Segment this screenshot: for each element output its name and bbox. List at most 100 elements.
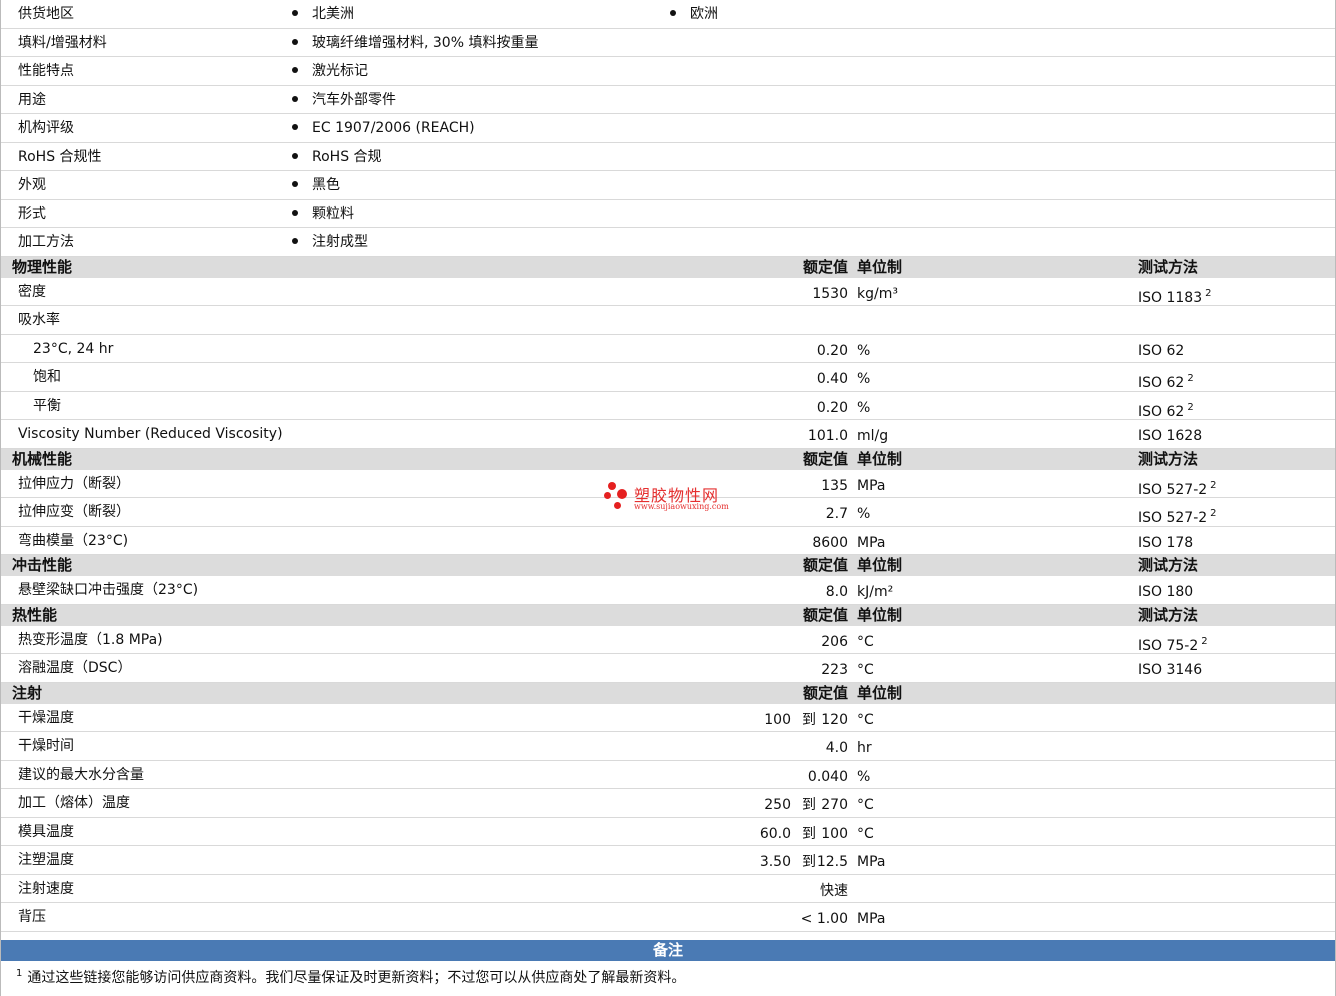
- section-title: 热性能: [12, 605, 58, 624]
- info-value-text: 颗粒料: [312, 205, 354, 222]
- info-value: RoHS 合规: [292, 147, 382, 167]
- info-row: 用途 汽车外部零件: [0, 86, 1336, 114]
- footnote-ref[interactable]: 2: [1210, 508, 1216, 519]
- info-label: 填料/增强材料: [18, 34, 107, 51]
- property-label: 干燥时间: [18, 738, 74, 754]
- section-header: 机械性能 额定值 单位制 测试方法: [0, 448, 1336, 470]
- footnote-ref[interactable]: 2: [1201, 636, 1207, 647]
- section-header: 冲击性能 额定值 单位制 测试方法: [0, 555, 1336, 576]
- range-low: 100: [764, 711, 791, 728]
- section-header: 物理性能 额定值 单位制 测试方法: [0, 256, 1336, 278]
- property-label: 吸水率: [18, 312, 60, 328]
- test-method-text: ISO 62: [1138, 342, 1185, 359]
- property-unit: °C: [857, 711, 874, 728]
- section-title: 冲击性能: [12, 556, 73, 574]
- info-value-text: 激光标记: [312, 63, 368, 79]
- info-label: 加工方法: [18, 234, 74, 250]
- property-row: 背压 < 1.00 MPa: [0, 903, 1336, 932]
- property-unit: °C: [857, 633, 874, 650]
- test-method: ISO 1183 2: [1138, 284, 1212, 308]
- info-label: 外观: [18, 177, 46, 193]
- info-value: 黑色: [292, 175, 340, 195]
- test-method: ISO 62: [1138, 341, 1184, 361]
- watermark-url: www.sujiaowuxing.com: [634, 502, 729, 511]
- property-row: 干燥温度 120 到 100 °C: [0, 704, 1336, 732]
- column-header-unit: 单位制: [857, 257, 903, 276]
- bullet-icon: [292, 181, 298, 187]
- property-value: 0.20: [816, 399, 848, 416]
- footnote-ref[interactable]: 2: [1187, 373, 1193, 384]
- range-high: 270: [821, 797, 848, 813]
- property-row: 吸水率: [0, 306, 1336, 335]
- property-unit: kg/m³: [857, 285, 898, 302]
- notes-header: 备注: [0, 940, 1336, 961]
- info-row: 外观 黑色: [0, 171, 1336, 200]
- info-value-text: 玻璃纤维增强材料, 30% 填料按重量: [312, 34, 539, 51]
- column-header-method: 测试方法: [1138, 257, 1199, 276]
- info-label: 用途: [18, 91, 46, 108]
- property-unit: ml/g: [857, 428, 889, 444]
- property-value: 206: [821, 633, 848, 650]
- section-title: 机械性能: [12, 449, 73, 468]
- property-value: 8.0: [825, 584, 848, 600]
- property-unit: °C: [857, 662, 874, 678]
- info-row: 填料/增强材料 玻璃纤维增强材料, 30% 填料按重量: [0, 29, 1336, 57]
- info-value: 激光标记: [292, 61, 368, 81]
- test-method-text: ISO 527-2: [1138, 481, 1208, 498]
- test-method-text: ISO 180: [1138, 584, 1194, 600]
- property-row: 23°C, 24 hr 0.20% ISO 62: [0, 335, 1336, 363]
- property-label: 23°C, 24 hr: [33, 340, 114, 357]
- property-label: 溶融温度（DSC）: [18, 660, 132, 676]
- test-method: ISO 1628: [1138, 426, 1202, 446]
- range-to: 到: [802, 711, 816, 728]
- property-label: 平衡: [33, 397, 61, 414]
- info-value-text: 欧洲: [690, 6, 718, 22]
- range-low: 250: [764, 797, 791, 813]
- info-label: 机构评级: [18, 120, 74, 136]
- footnote-ref[interactable]: 2: [1210, 480, 1216, 491]
- info-row: 机构评级 EC 1907/2006 (REACH): [0, 114, 1336, 143]
- property-label: 饱和: [33, 369, 61, 385]
- column-header-value: 额定值: [802, 683, 848, 702]
- column-header-value: 额定值: [802, 257, 848, 276]
- property-label: 建议的最大水分含量: [18, 766, 144, 783]
- property-unit: °C: [857, 797, 874, 813]
- info-value: 颗粒料: [292, 204, 354, 224]
- property-label: 注塑温度: [18, 852, 74, 868]
- test-method-text: ISO 3146: [1138, 662, 1203, 678]
- test-method: ISO 527-2 2: [1138, 476, 1217, 500]
- property-label: 模具温度: [18, 823, 74, 840]
- column-header-value: 额定值: [802, 449, 848, 468]
- property-value: < 1.00: [800, 911, 848, 927]
- property-unit: MPa: [857, 854, 886, 870]
- column-header-value: 额定值: [802, 605, 848, 624]
- test-method-text: ISO 1183: [1138, 289, 1203, 306]
- test-method: ISO 527-2 2: [1138, 504, 1217, 528]
- footnote-ref[interactable]: 2: [1205, 288, 1211, 299]
- property-label: 干燥温度: [18, 709, 74, 726]
- footnote-mark: 1: [16, 968, 23, 979]
- range-to: 到: [802, 854, 816, 870]
- range-high: 100: [821, 825, 848, 842]
- range-high: 120: [821, 711, 848, 728]
- property-row: 热变形温度（1.8 MPa) 206 °C ISO 75-2 2: [0, 626, 1336, 654]
- property-label: 注射速度: [18, 880, 74, 897]
- info-label: 形式: [18, 205, 46, 222]
- info-value: 注射成型: [292, 232, 368, 252]
- property-unit: MPa: [857, 534, 886, 551]
- property-unit: hr: [857, 740, 872, 756]
- info-row: RoHS 合规性 RoHS 合规: [0, 143, 1336, 171]
- range-to: 到: [802, 797, 816, 813]
- column-header-unit: 单位制: [857, 683, 903, 702]
- column-header-unit: 单位制: [857, 556, 903, 574]
- info-value-text: EC 1907/2006 (REACH): [312, 120, 475, 136]
- property-label: 加工（熔体）温度: [18, 795, 130, 811]
- section-header: 注射 额定值 单位制: [0, 682, 1336, 704]
- column-header-value: 额定值: [802, 556, 848, 574]
- bullet-icon: [292, 38, 298, 45]
- info-value-text: 注射成型: [312, 234, 368, 250]
- test-method-text: ISO 62: [1138, 403, 1185, 420]
- property-label: 背压: [18, 909, 46, 925]
- property-value: 4.0: [825, 740, 848, 756]
- footnote-ref[interactable]: 2: [1187, 402, 1193, 413]
